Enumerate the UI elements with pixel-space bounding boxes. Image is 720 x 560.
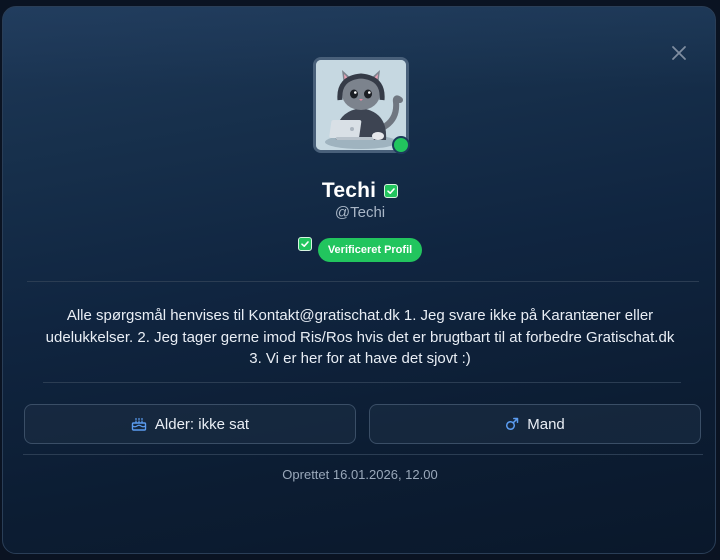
gender-label: Mand (527, 415, 565, 433)
check-badge-icon (297, 237, 312, 251)
male-symbol-icon (506, 417, 519, 431)
avatar-image (316, 60, 406, 150)
online-status-indicator (392, 136, 410, 154)
verified-badge: Verificeret Profil (317, 238, 423, 262)
profile-name-row: Techi (3, 177, 715, 205)
cake-icon (131, 418, 147, 431)
gender-button[interactable]: Mand (369, 404, 701, 444)
close-button[interactable] (669, 43, 689, 63)
age-label: Alder: ikke sat (154, 415, 250, 433)
divider (27, 281, 699, 282)
profile-modal: Techi @Techi Verificeret Profil Alle spø… (2, 6, 716, 554)
check-badge-icon (384, 184, 399, 198)
divider (43, 382, 681, 383)
profile-name: Techi (321, 179, 377, 202)
created-date: Oprettet 16.01.2026, 12.00 (282, 467, 438, 482)
age-button[interactable]: Alder: ikke sat (24, 404, 356, 444)
profile-bio: Alle spørgsmål henvises til Kontakt@grat… (45, 307, 675, 367)
divider (23, 454, 703, 455)
verified-row: Verificeret Profil (3, 235, 715, 263)
profile-handle: @Techi (334, 204, 386, 221)
avatar[interactable] (313, 57, 410, 154)
close-icon (672, 46, 686, 60)
